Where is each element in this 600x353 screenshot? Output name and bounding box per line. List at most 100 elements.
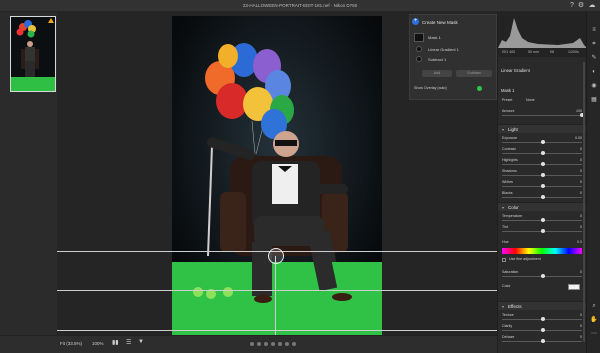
photo-thumbnail[interactable]: [10, 16, 56, 92]
saturation-value[interactable]: 0: [580, 270, 582, 274]
masks-panel: + Create New Mask Mask 1 Linear Gradient…: [409, 14, 497, 100]
mask-item-1[interactable]: Mask 1: [414, 33, 494, 42]
slider-track[interactable]: [502, 115, 582, 116]
mask-item-linear-gradient[interactable]: Linear Gradient 1: [414, 45, 494, 54]
adjustment-slider[interactable]: Clarity 0: [502, 324, 584, 334]
mask-item-subtract[interactable]: Subtract 1: [414, 55, 494, 64]
more-icon[interactable]: ⋯: [590, 330, 598, 338]
panel-scrollbar[interactable]: [583, 62, 585, 342]
slider-label: Dehaze: [502, 335, 515, 339]
slider-value[interactable]: 0: [580, 169, 582, 173]
amount-slider[interactable]: Amount 100: [502, 109, 584, 119]
slider-value[interactable]: 0: [580, 313, 582, 317]
sort-icon[interactable]: ☰: [126, 339, 131, 346]
gradient-rotation-handle[interactable]: [275, 256, 276, 335]
slider-value[interactable]: 0: [580, 158, 582, 162]
page-dot[interactable]: [292, 342, 296, 346]
slider-knob[interactable]: [541, 339, 545, 343]
slider-knob[interactable]: [541, 140, 545, 144]
presets-icon[interactable]: ▦: [590, 96, 598, 104]
preset-row[interactable]: Preset None: [502, 98, 584, 108]
slider-value[interactable]: 0: [580, 191, 582, 195]
slider-label: Whites: [502, 180, 513, 184]
slider-knob[interactable]: [541, 317, 545, 321]
hue-label: Hue: [502, 240, 509, 244]
create-mask-button[interactable]: +: [412, 18, 419, 25]
gradient-bottom-line[interactable]: [57, 330, 497, 331]
slider-value[interactable]: 0: [580, 180, 582, 184]
slider-knob[interactable]: [541, 173, 545, 177]
slider-knob[interactable]: [541, 218, 545, 222]
hue-spectrum-bar[interactable]: [502, 248, 582, 254]
page-dot[interactable]: [285, 342, 289, 346]
adjustment-slider[interactable]: Texture 0: [502, 313, 584, 323]
page-dot[interactable]: [250, 342, 254, 346]
effects-section-header[interactable]: ▾ Effects: [498, 301, 587, 310]
pagination-dots: [250, 342, 296, 346]
overlay-color-swatch[interactable]: [477, 86, 482, 91]
subtract-button[interactable]: Subtract: [456, 70, 492, 77]
histogram-focal: 50 mm: [528, 50, 539, 54]
adjustment-slider[interactable]: Contrast 0: [502, 147, 584, 157]
adjustment-slider[interactable]: Blacks 0: [502, 191, 584, 201]
filmstrip-icon[interactable]: ▮▮: [112, 339, 119, 346]
slider-knob[interactable]: [541, 184, 545, 188]
color-swatch-label: Color: [502, 284, 511, 288]
chevron-down-icon: ▾: [502, 304, 505, 309]
slider-value[interactable]: 0: [580, 324, 582, 328]
color-section-header[interactable]: ▾ Color: [498, 202, 587, 211]
slider-knob[interactable]: [541, 162, 545, 166]
page-dot[interactable]: [264, 342, 268, 346]
gear-icon[interactable]: ⚙: [577, 2, 585, 10]
chevron-down-icon: ▾: [502, 205, 505, 210]
adjustment-slider[interactable]: Tint 0: [502, 225, 584, 235]
adjustment-slider[interactable]: Exposure 0.00: [502, 136, 584, 146]
crop-icon[interactable]: ⌗: [590, 40, 598, 48]
slider-knob[interactable]: [541, 229, 545, 233]
help-icon[interactable]: ?: [568, 2, 576, 10]
slider-value[interactable]: 0: [580, 335, 582, 339]
slider-label: Tint: [502, 225, 508, 229]
page-dot[interactable]: [271, 342, 275, 346]
color-swatch-row[interactable]: Color: [502, 284, 584, 294]
gradient-pin-handle[interactable]: [268, 248, 284, 264]
add-button[interactable]: Add: [422, 70, 452, 77]
filter-icon[interactable]: ▼: [138, 339, 144, 345]
preset-value[interactable]: None: [526, 98, 535, 102]
slider-knob[interactable]: [541, 274, 545, 278]
fine-adjust-checkbox[interactable]: [502, 258, 506, 262]
page-dot[interactable]: [278, 342, 282, 346]
light-section-header[interactable]: ▾ Light: [498, 124, 587, 133]
slider-value[interactable]: 0: [580, 214, 582, 218]
slider-knob[interactable]: [541, 195, 545, 199]
zoom-icon[interactable]: ⌕: [590, 302, 598, 310]
gradient-center-line[interactable]: [57, 290, 497, 291]
adjustment-slider[interactable]: Dehaze 0: [502, 335, 584, 345]
slider-knob[interactable]: [541, 151, 545, 155]
zoom-100-button[interactable]: 100%: [92, 341, 104, 346]
slider-value[interactable]: 0.00: [575, 136, 582, 140]
adjustment-slider[interactable]: Shadows 0: [502, 169, 584, 179]
histogram-iso: ISO 400: [502, 50, 516, 54]
color-swatch[interactable]: [568, 284, 580, 290]
slider-value[interactable]: 0: [580, 147, 582, 151]
saturation-slider[interactable]: Saturation 0: [502, 270, 584, 280]
redeye-icon[interactable]: ◉: [590, 82, 598, 90]
cloud-icon[interactable]: ☁: [588, 2, 596, 10]
slider-value[interactable]: 0: [580, 225, 582, 229]
show-overlay-label[interactable]: Show Overlay (auto): [414, 86, 447, 90]
mask-item-label: Mask 1: [428, 35, 441, 40]
adjustment-slider[interactable]: Whites 0: [502, 180, 584, 190]
photo-canvas[interactable]: [172, 16, 382, 335]
edit-icon[interactable]: ≡: [590, 26, 598, 34]
masking-icon[interactable]: ◐: [590, 68, 598, 76]
color-title: Color: [508, 205, 519, 210]
page-dot[interactable]: [257, 342, 261, 346]
zoom-fit-button[interactable]: Fit (33.5%): [60, 341, 82, 346]
adjustment-slider[interactable]: Highlights 0: [502, 158, 584, 168]
hand-icon[interactable]: ✋: [590, 316, 598, 324]
slider-knob[interactable]: [541, 328, 545, 332]
adjustment-slider[interactable]: Temperature 0: [502, 214, 584, 224]
healing-icon[interactable]: ✎: [590, 54, 598, 62]
hue-value[interactable]: 0.0: [577, 240, 582, 244]
